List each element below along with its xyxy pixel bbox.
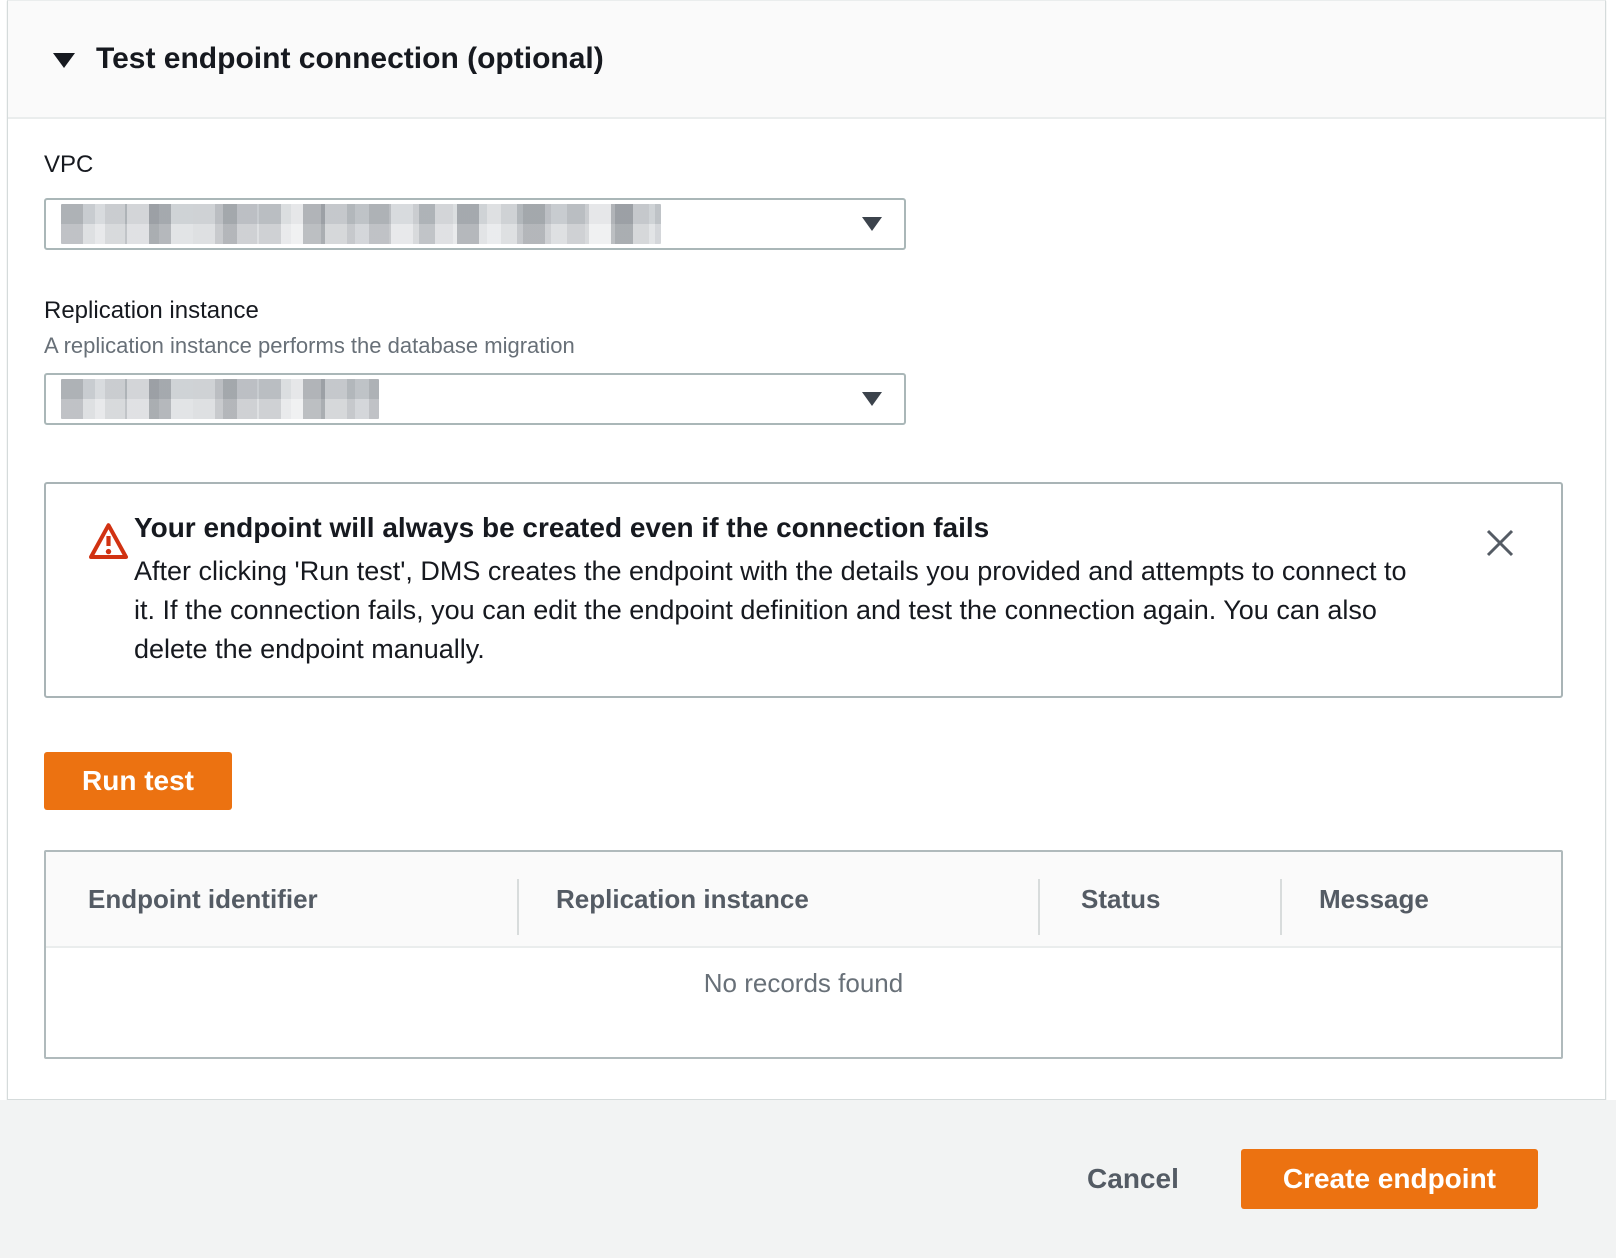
alert-title: Your endpoint will always be created eve…	[134, 508, 1431, 548]
close-icon[interactable]	[1481, 524, 1519, 562]
section-content: VPC Replication instance A replication i…	[8, 151, 1605, 1059]
vpc-label: VPC	[44, 151, 1563, 179]
run-test-button[interactable]: Run test	[44, 752, 232, 810]
vpc-select[interactable]	[44, 198, 906, 250]
replication-instance-select[interactable]	[44, 373, 906, 425]
column-header-message: Message	[1281, 852, 1561, 946]
create-endpoint-button[interactable]: Create endpoint	[1241, 1149, 1538, 1209]
collapse-caret-icon	[53, 53, 75, 68]
alert-body: After clicking 'Run test', DMS creates t…	[134, 552, 1431, 669]
connection-results-table: Endpoint identifier Replication instance…	[44, 850, 1563, 1059]
chevron-down-icon	[862, 217, 882, 231]
table-body: No records found	[46, 948, 1561, 1057]
column-header-replication-instance: Replication instance	[518, 852, 1039, 946]
replication-instance-redacted-value	[61, 379, 379, 419]
column-header-endpoint-identifier: Endpoint identifier	[46, 852, 518, 946]
table-header-row: Endpoint identifier Replication instance…	[46, 852, 1561, 948]
footer-action-bar: Cancel Create endpoint	[0, 1100, 1616, 1258]
chevron-down-icon	[862, 392, 882, 406]
replication-instance-label: Replication instance	[44, 297, 1563, 325]
section-title: Test endpoint connection (optional)	[96, 42, 604, 76]
replication-instance-description: A replication instance performs the data…	[44, 333, 1563, 359]
empty-state-message: No records found	[704, 968, 903, 999]
vpc-redacted-value	[61, 204, 661, 244]
test-endpoint-connection-section: Test endpoint connection (optional) VPC …	[7, 0, 1606, 1100]
cancel-button[interactable]: Cancel	[1069, 1163, 1197, 1195]
warning-icon	[88, 508, 134, 672]
warning-alert: Your endpoint will always be created eve…	[44, 482, 1563, 698]
column-header-status: Status	[1039, 852, 1281, 946]
alert-content: Your endpoint will always be created eve…	[134, 508, 1431, 672]
section-header[interactable]: Test endpoint connection (optional)	[8, 1, 1605, 119]
page: Test endpoint connection (optional) VPC …	[0, 0, 1616, 1258]
